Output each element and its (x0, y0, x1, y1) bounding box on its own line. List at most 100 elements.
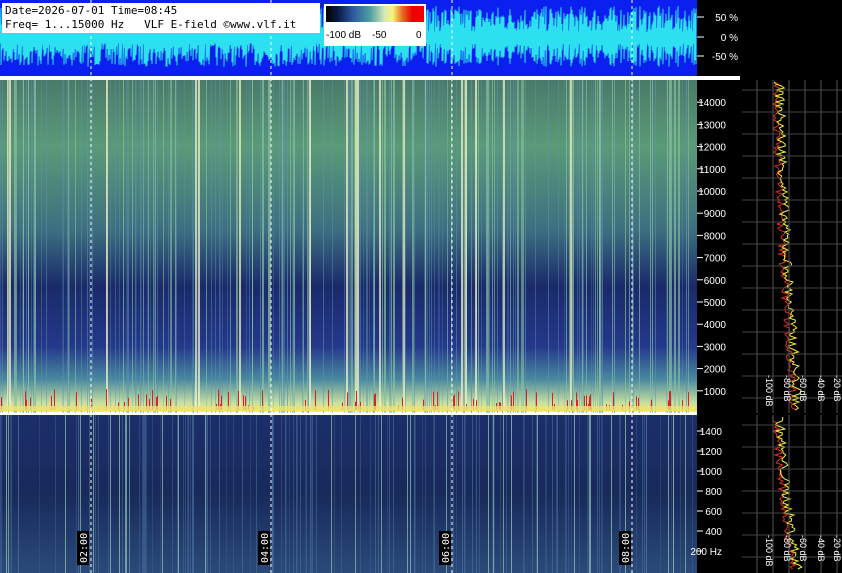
sferic-streak (153, 80, 154, 413)
sferic-streak (572, 80, 573, 413)
colorbar-label-max: 0 (416, 30, 422, 41)
sferic-streak (175, 80, 176, 413)
sferic-streak (367, 80, 368, 413)
low-band-streak (139, 415, 140, 573)
low-band-streak (39, 415, 40, 573)
low-band-streak (122, 415, 123, 573)
low-band-streak (546, 415, 547, 573)
spectrum-full-db-tick: -100 dB (764, 375, 774, 407)
sferic-streak (281, 80, 282, 413)
sferic-streak (81, 80, 82, 413)
low-band-streak (493, 415, 494, 573)
sferic-streak (569, 80, 570, 413)
low-band-streak (588, 415, 589, 573)
sferic-streak (456, 80, 457, 413)
spectrum-full-db-label: -80 dB (782, 375, 792, 402)
sferic-streak (591, 80, 592, 413)
low-band-streak (187, 415, 188, 573)
sferic-streak (513, 80, 514, 413)
low-band-streak (119, 415, 120, 573)
sferic-streak (198, 80, 200, 413)
low-band-streak (381, 415, 382, 573)
freq-tick-label: 12000 (698, 143, 726, 154)
sferic-streak (629, 80, 630, 413)
low-band-streak (95, 415, 96, 573)
low-band-streak (464, 415, 465, 573)
sferic-streak (211, 80, 212, 413)
low-band-streak (389, 415, 390, 573)
sferic-streak (517, 80, 518, 413)
sferic-streak (425, 80, 426, 413)
sferic-streak (682, 80, 683, 413)
spectrum-low-db-tick: -80 dB (782, 535, 792, 562)
sferic-streak (464, 80, 465, 413)
sferic-streak (593, 80, 594, 413)
low-band-streak (310, 415, 311, 573)
sferic-streak (309, 80, 311, 413)
time-tick: 08:00 (619, 531, 632, 565)
sferic-streak (599, 80, 600, 413)
low-band-streak (306, 415, 307, 573)
time-tick-label: 04:00 (260, 533, 271, 563)
sferic-streak (434, 80, 435, 413)
sferic-streak (132, 80, 133, 413)
low-band-streak (183, 415, 184, 573)
sferic-streak (633, 80, 634, 413)
spectrum-low-db-tick: -60 dB (798, 535, 808, 562)
sferic-streak (252, 80, 253, 413)
sferic-streak (237, 80, 238, 413)
spectrum-low-db-label: -60 dB (798, 535, 808, 562)
low-band-streak (407, 415, 408, 573)
freq-tick-label: 13000 (698, 120, 726, 131)
sferic-streak (582, 80, 583, 413)
sferic-streak (87, 80, 88, 413)
low-band-streak (1, 415, 2, 573)
low-band-streak (506, 415, 507, 573)
low-band-streak (642, 415, 643, 573)
low-band-streak (334, 415, 335, 573)
low-band-streak (599, 415, 600, 573)
low-band-streak (646, 415, 647, 573)
sferic-streak (489, 80, 490, 413)
sferic-streak (390, 80, 391, 413)
low-band-streak (205, 415, 206, 573)
low-band-streak (488, 415, 489, 573)
freq-tick-label: 10000 (698, 187, 726, 198)
low-band-streak (0, 415, 1, 573)
low-band-streak (296, 415, 297, 573)
sferic-streak (564, 80, 565, 413)
sferic-streak (414, 80, 415, 413)
spectrum-full-db-tick: -80 dB (782, 375, 792, 402)
low-band-streak (574, 415, 575, 573)
low-band-streak (6, 415, 7, 573)
low-band-streak (602, 415, 603, 573)
sferic-streak (570, 80, 572, 413)
low-band-streak (143, 415, 144, 573)
sferic-streak (355, 80, 357, 413)
low-band-streak (219, 415, 220, 573)
sferic-streak (23, 80, 24, 413)
sferic-streak (674, 80, 675, 413)
sferic-streak (154, 80, 155, 413)
sferic-streak (488, 80, 489, 413)
sferic-streak (171, 80, 172, 413)
sferic-streak (523, 80, 524, 413)
time-tick-label: 08:00 (621, 533, 632, 563)
sferic-streak (413, 80, 414, 413)
low-band-streak (532, 415, 533, 573)
low-band-streak (152, 415, 153, 573)
freq-label: Freq= 1...15000 Hz VLF E-field ©www.vlf.… (5, 18, 297, 31)
low-band-streak (523, 415, 524, 573)
sferic-streak (614, 80, 615, 413)
sferic-streak (126, 80, 127, 413)
low-band-streak (414, 415, 415, 573)
sferic-streak (438, 80, 439, 413)
sferic-streak (486, 80, 487, 413)
sferic-streak (119, 80, 120, 413)
low-band-streak (503, 415, 504, 573)
sferic-streak (508, 80, 509, 413)
low-band-streak (422, 415, 423, 573)
sferic-streak (260, 80, 261, 413)
low-freq-tick-label: 1400 (700, 427, 723, 438)
low-band-streak (11, 415, 12, 573)
